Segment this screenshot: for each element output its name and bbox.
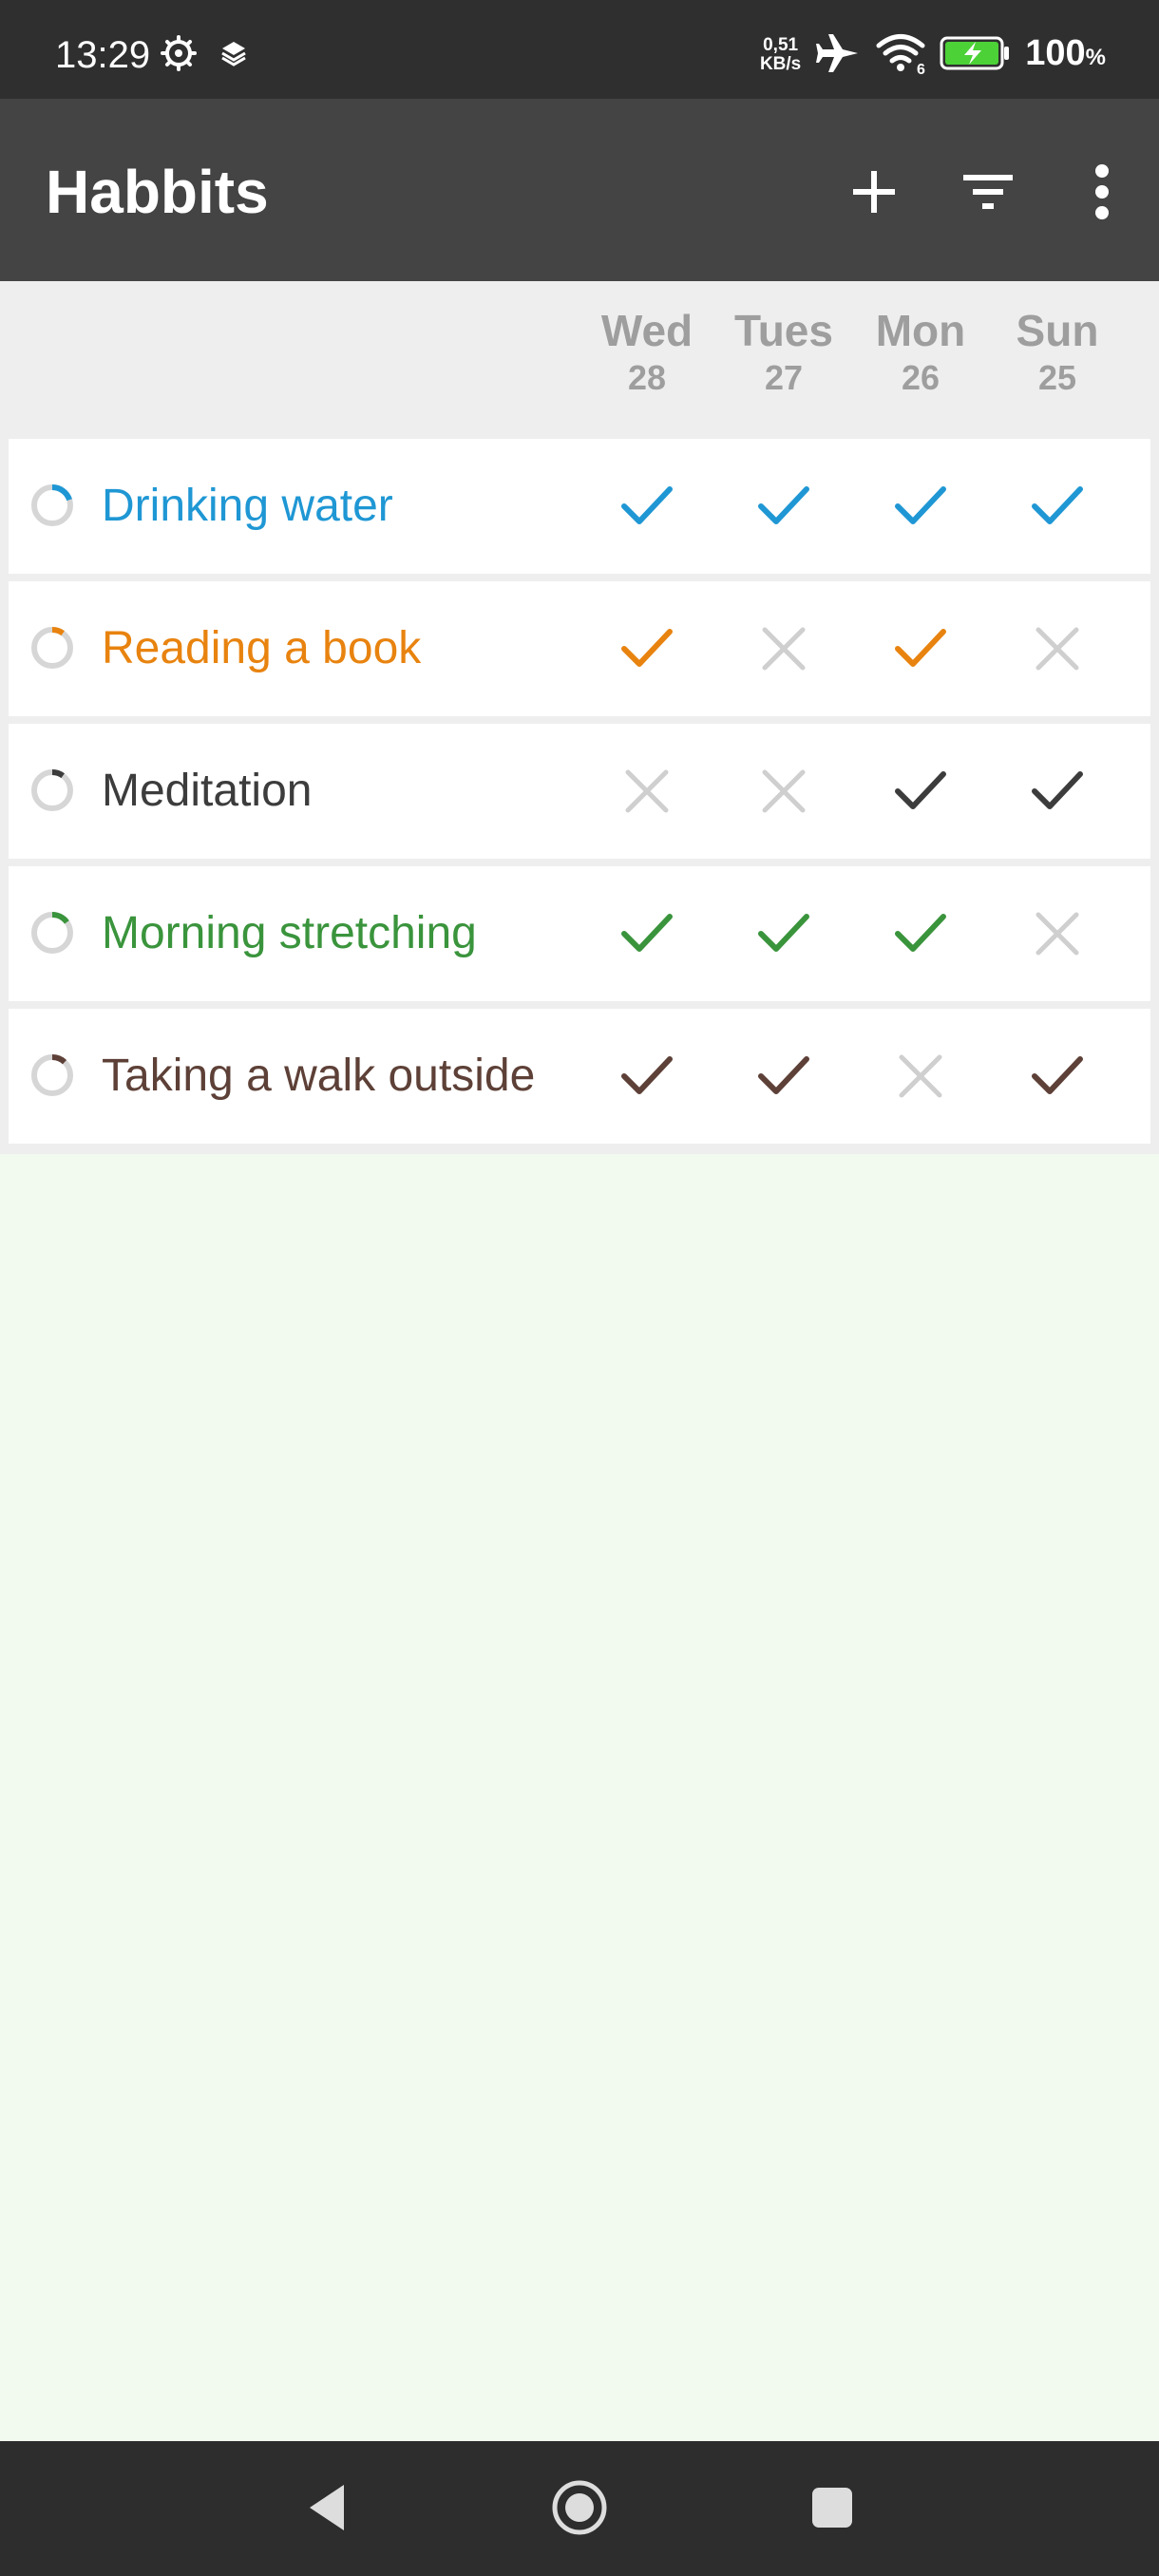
airplane-icon: [814, 30, 862, 81]
habit-progress-ring: [31, 1054, 73, 1096]
check-icon[interactable]: [1025, 1044, 1090, 1108]
back-icon: [310, 2485, 344, 2530]
habit-name: Meditation: [102, 766, 313, 816]
check-icon[interactable]: [615, 901, 679, 966]
check-icon[interactable]: [888, 901, 953, 966]
status-time: 13:29: [55, 34, 151, 76]
day-column-header: Wed 28: [600, 306, 694, 397]
filter-icon: [963, 175, 1013, 209]
habit-row[interactable]: Morning stretching: [9, 866, 1150, 1001]
check-icon[interactable]: [888, 616, 953, 681]
habit-name: Drinking water: [102, 481, 393, 531]
check-icon[interactable]: [615, 474, 679, 539]
check-icon[interactable]: [1025, 759, 1090, 824]
day-column-header: Mon 26: [875, 306, 966, 397]
habit-progress-ring: [31, 769, 73, 811]
navigation-bar: [0, 2441, 1159, 2576]
check-icon[interactable]: [888, 474, 953, 539]
back-button[interactable]: [287, 2468, 367, 2548]
habit-row[interactable]: Reading a book: [9, 581, 1150, 716]
habit-row[interactable]: Meditation: [9, 724, 1150, 859]
more-vert-icon: [1095, 164, 1109, 219]
battery-charging-icon: [940, 34, 1012, 77]
layers-icon: [218, 38, 249, 73]
app-bar: Habbits: [0, 99, 1159, 281]
check-icon[interactable]: [615, 616, 679, 681]
cross-icon[interactable]: [751, 759, 816, 824]
habit-list: Drinking water Reading a book Meditation Mo…: [0, 437, 1159, 1154]
habit-progress-ring: [31, 484, 73, 526]
network-speed: 0,51 KB/s: [759, 35, 802, 74]
cross-icon[interactable]: [751, 616, 816, 681]
habit-row[interactable]: Drinking water: [9, 439, 1150, 574]
habit-name: Morning stretching: [102, 908, 477, 958]
cross-icon[interactable]: [888, 1044, 953, 1108]
page-title: Habbits: [46, 158, 269, 226]
habit-name: Taking a walk outside: [102, 1051, 536, 1101]
check-icon[interactable]: [751, 1044, 816, 1108]
cross-icon[interactable]: [1025, 901, 1090, 966]
filter-button[interactable]: [948, 152, 1028, 232]
recents-button[interactable]: [792, 2468, 872, 2548]
check-icon[interactable]: [888, 759, 953, 824]
habit-progress-ring: [31, 627, 73, 669]
days-header: Wed 28 Tues 27 Mon 26 Sun 25: [0, 281, 1159, 437]
svg-text:6: 6: [917, 62, 925, 75]
day-column-header: Sun 25: [1016, 306, 1099, 397]
status-bar: 13:29 0,51 KB/s 6 100%: [0, 0, 1159, 99]
check-icon[interactable]: [615, 1044, 679, 1108]
more-options-button[interactable]: [1062, 152, 1142, 232]
check-icon[interactable]: [1025, 474, 1090, 539]
wifi-icon: 6: [875, 31, 926, 80]
habit-progress-ring: [31, 912, 73, 954]
cross-icon[interactable]: [615, 759, 679, 824]
recents-icon: [812, 2488, 852, 2528]
check-icon[interactable]: [751, 474, 816, 539]
battery-percentage: 100%: [1025, 32, 1106, 73]
check-icon[interactable]: [751, 901, 816, 966]
home-icon: [552, 2480, 607, 2535]
habit-row[interactable]: Taking a walk outside: [9, 1009, 1150, 1144]
gear-icon: [160, 34, 198, 77]
screen: 13:29 0,51 KB/s 6 100% Habbits Wed 28 Tu…: [0, 0, 1159, 2576]
day-column-header: Tues 27: [734, 306, 833, 397]
habit-name: Reading a book: [102, 623, 422, 673]
home-button[interactable]: [540, 2468, 619, 2548]
add-icon: [853, 171, 895, 213]
add-habit-button[interactable]: [834, 152, 914, 232]
cross-icon[interactable]: [1025, 616, 1090, 681]
